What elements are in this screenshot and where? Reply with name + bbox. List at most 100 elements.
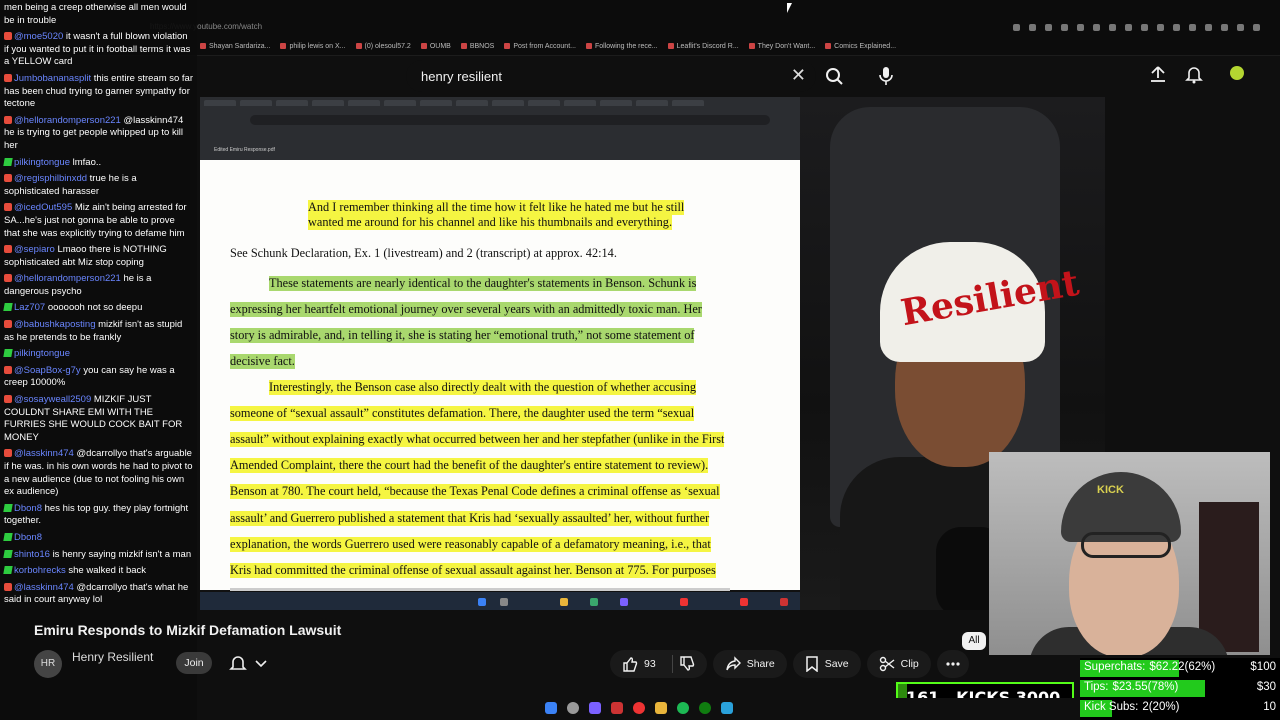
extension-icon[interactable] — [1109, 24, 1116, 31]
chat-message: @babushkaposting mizkif isn't as stupid … — [4, 319, 193, 344]
extension-icon[interactable] — [1013, 24, 1020, 31]
chat-username[interactable]: Jumbobananasplit — [14, 73, 91, 84]
folder-icon[interactable] — [655, 702, 667, 714]
clear-icon[interactable]: ✕ — [791, 65, 806, 86]
chat-username[interactable]: @sepiaro — [14, 244, 55, 255]
bookmark-item[interactable]: They Don't Want... — [748, 40, 815, 52]
cap-logo-small: KICK — [1097, 484, 1124, 496]
bookmark-item[interactable]: OUMB — [420, 40, 451, 52]
bookmark-favicon-icon — [504, 43, 511, 49]
bookmark-item[interactable]: Comics Explained... — [825, 40, 896, 52]
chat-username[interactable]: @sosayweall2509 — [14, 394, 91, 405]
pdf-text-line: assault’ and Guerrero published a statem… — [230, 511, 710, 526]
chat-username[interactable]: @lasskinn474 — [14, 582, 74, 593]
like-button[interactable]: 93 — [610, 650, 707, 678]
voice-search-button[interactable] — [872, 62, 900, 90]
start-icon[interactable] — [545, 702, 557, 714]
search-box[interactable]: henry resilient ✕ — [406, 60, 816, 92]
join-button[interactable]: Join — [176, 652, 212, 674]
pdf-viewer-chrome: Edited Emiru Response.pdf — [200, 97, 800, 160]
search-input[interactable]: henry resilient — [421, 69, 502, 84]
more-actions-button[interactable] — [936, 650, 969, 678]
extension-icon[interactable] — [1029, 24, 1036, 31]
chat-username[interactable]: @hellorandomperson221 — [14, 273, 121, 284]
chat-username[interactable]: korbohrecks — [14, 565, 66, 576]
header-actions — [1148, 64, 1204, 84]
chat-username[interactable]: Dbon8 — [14, 503, 42, 514]
extension-icon[interactable] — [1157, 24, 1164, 31]
chat-message: pilkingtongue lmfao.. — [3, 157, 193, 170]
chat-username[interactable]: @SoapBox-g7y — [14, 365, 81, 376]
share-button[interactable]: Share — [712, 650, 787, 678]
bookmark-item[interactable]: BBNOS — [460, 40, 494, 52]
bookmark-item[interactable]: philip lewis on X... — [280, 40, 346, 52]
chat-message: @sosayweall2509 MIZKIF JUST COULDNT SHAR… — [4, 394, 193, 444]
extension-icon[interactable] — [1061, 24, 1068, 31]
xbox-icon[interactable] — [699, 702, 711, 714]
chat-username[interactable]: Dbon8 — [14, 532, 42, 543]
pdf-text-line: And I remember thinking all the time how… — [308, 200, 685, 215]
search-button[interactable] — [818, 62, 852, 90]
extension-icon[interactable] — [1141, 24, 1148, 31]
subscription-bell-button[interactable] — [226, 652, 274, 674]
extension-icon[interactable] — [1173, 24, 1180, 31]
chrome-icon[interactable] — [633, 702, 645, 714]
chat-username[interactable]: Laz707 — [14, 302, 45, 313]
pdf-text-line: These statements are nearly identical to… — [269, 276, 697, 291]
account-avatar[interactable] — [1230, 66, 1244, 80]
pdf-text-line: story is admirable, and, in telling it, … — [230, 328, 695, 343]
extension-icon[interactable] — [1205, 24, 1212, 31]
spotify-icon[interactable] — [677, 702, 689, 714]
extension-icon[interactable] — [1253, 24, 1260, 31]
app-icon[interactable] — [611, 702, 623, 714]
chat-username[interactable]: pilkingtongue — [14, 348, 70, 359]
youtube-badge-icon — [4, 395, 12, 404]
chat-username[interactable]: shinto16 — [14, 549, 50, 560]
extension-icon[interactable] — [1221, 24, 1228, 31]
extension-icon[interactable] — [1045, 24, 1052, 31]
clip-button[interactable]: Clip — [866, 650, 931, 678]
chat-text: ooooooh not so deepu — [47, 302, 143, 314]
search-taskbar-icon[interactable] — [567, 702, 579, 714]
discord-icon[interactable] — [589, 702, 601, 714]
chat-username[interactable]: @icedOut595 — [14, 202, 72, 213]
chat-username[interactable]: @lasskinn474 — [14, 448, 74, 459]
chat-username[interactable]: @hellorandomperson221 — [14, 115, 121, 126]
youtube-badge-icon — [4, 365, 12, 374]
youtube-badge-icon — [4, 174, 12, 183]
taskbar-icons — [545, 702, 733, 714]
bookmark-item[interactable]: Shayan Sardariza... — [200, 40, 270, 52]
extension-icon[interactable] — [1125, 24, 1132, 31]
chat-username[interactable]: pilkingtongue — [14, 157, 70, 168]
extension-icon[interactable] — [1077, 24, 1084, 31]
browser-tabs — [200, 100, 800, 108]
scissors-icon — [879, 656, 895, 672]
chat-username[interactable]: @moe5020 — [14, 31, 63, 42]
bookmark-item[interactable]: (0) olesoul57.2 — [355, 40, 411, 52]
pdf-text-line: See Schunk Declaration, Ex. 1 (livestrea… — [230, 246, 617, 260]
pdf-url-bar — [250, 115, 770, 125]
live-chat: men being a creep otherwise all men woul… — [0, 0, 197, 720]
save-button[interactable]: Save — [792, 650, 861, 678]
goal-label: Kick Subs: 2(20%) — [1084, 701, 1180, 713]
channel-avatar[interactable]: HR — [34, 650, 62, 678]
bookmark-item[interactable]: Leaflit's Discord R... — [667, 40, 739, 52]
pdf-scrollbar — [230, 588, 730, 591]
pdf-text-line: Kris had committed the criminal offense … — [230, 563, 716, 578]
thumbs-down-icon[interactable] — [679, 656, 695, 672]
upload-icon[interactable] — [1148, 64, 1168, 84]
channel-name[interactable]: Henry Resilient — [72, 650, 153, 664]
chat-username[interactable]: @regisphilbinxdd — [14, 173, 87, 184]
extension-icon[interactable] — [1093, 24, 1100, 31]
telegram-icon[interactable] — [721, 702, 733, 714]
bookmarks-bar: Shayan Sardariza... philip lewis on X... (… — [200, 40, 1100, 52]
extension-icon[interactable] — [1189, 24, 1196, 31]
bookmark-item[interactable]: Following the rece... — [585, 40, 658, 52]
chat-username[interactable]: @babushkaposting — [14, 319, 95, 330]
filter-chip-all[interactable]: All — [962, 632, 986, 650]
notifications-icon[interactable] — [1184, 64, 1204, 84]
bookmark-item[interactable]: Post from Account... — [504, 40, 576, 52]
extension-icon[interactable] — [1237, 24, 1244, 31]
pdf-text-line: assault” without explaining exactly what… — [230, 432, 725, 447]
chat-message: Dbon8 hes his top guy. they play fortnig… — [3, 503, 193, 528]
